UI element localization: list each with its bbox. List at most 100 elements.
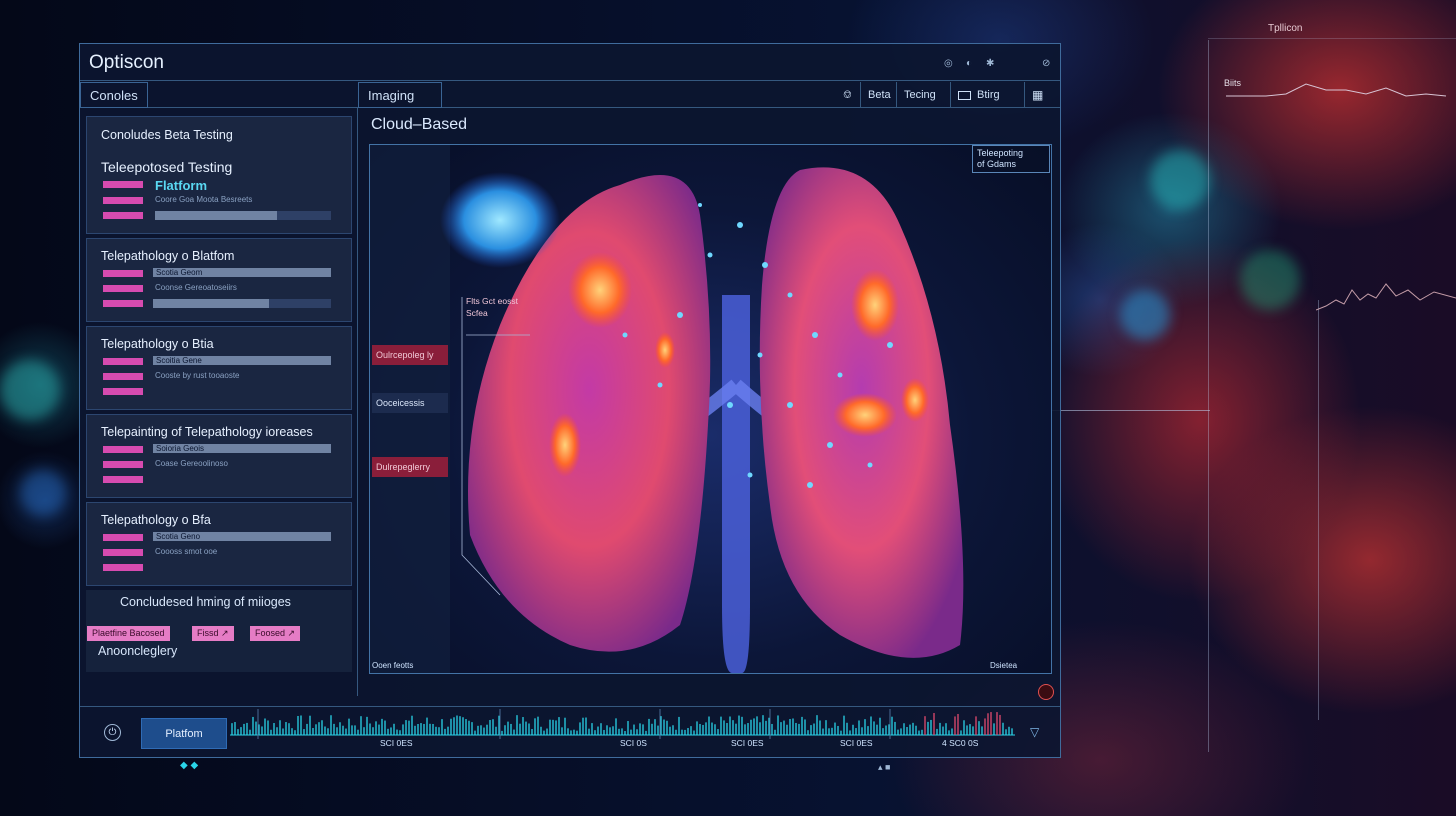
card-title: Telepainting of Telepathology ioreases [101,425,313,439]
card-caption: Coase Gereoolinoso [155,459,228,468]
card-caption: Coooss smot ooe [155,547,218,556]
record-icon[interactable] [1038,684,1054,700]
card-title: Telepathology o Blatfom [101,249,235,263]
panel-divider [357,108,358,696]
timeline-label: SCI 0ES [840,738,873,748]
left-footer-title: Concludesed hming of miioges [120,595,291,609]
bg-bokeh [0,360,60,420]
timeline-dropdown-arrow[interactable]: ▽ [1030,725,1039,739]
viewer-label-radiology[interactable]: Dulrepeglerry [372,457,448,477]
asterisk-icon[interactable]: ✱ [986,58,994,69]
tab-bar: Conoles Imaging ⎊ Beta Tecing Btirg ▦ [80,82,1060,108]
pink-indicator [103,300,143,307]
toolbar-settings[interactable]: Btirg [950,82,1020,108]
tab-imaging[interactable]: Imaging [358,82,442,108]
toolbar-settings-label: Btirg [977,89,1000,101]
lung-render [440,167,964,673]
bar-label: Scotia Geom [156,268,203,277]
pink-indicator [103,549,143,556]
overlay-line-2: of Gdams [977,159,1017,169]
card-caption: Coore Goa Moota Besreets [155,195,253,204]
image-viewer[interactable]: Oulrcepoleg ly Ooceicessis Dulrepeglerry… [369,144,1052,674]
pink-indicator [103,476,143,483]
bar-label: Scotia Geno [156,532,201,541]
card-title: Conoludes Beta Testing [101,128,233,142]
tag-fissd[interactable]: Fissd ↗ [192,626,234,641]
viewer-overlay-box: Teleepoting of Gdams [972,145,1050,173]
tab-consoles[interactable]: Conoles [80,82,148,108]
card-title: Telepathology o Btia [101,337,214,351]
bg-wave-right [1316,283,1456,311]
pink-indicator [103,358,143,365]
progress-track [277,211,331,220]
card-telepainting[interactable]: Telepainting of Telepathology ioreases S… [86,414,352,498]
pink-indicator [103,534,143,541]
bg-bokeh [1120,290,1170,340]
pink-indicator [103,285,143,292]
timeline-label: 4 SC0 0S [942,738,979,748]
bg-top-right-label: Tpllicon [1268,23,1303,34]
card-subtitle: Teleepotosed Testing [101,159,233,175]
section-title: Cloud–Based [371,116,468,133]
left-panel: Conoludes Beta Testing Teleepotosed Test… [86,116,352,672]
progress-track [269,299,331,308]
bg-bokeh [20,470,66,516]
viewer-annotation: Flts Gct eosst Scfea [466,295,518,319]
bg-grid-line [1208,38,1456,39]
viewer-label-processes[interactable]: Ooceicessis [372,393,448,413]
pink-indicator [103,197,143,204]
pink-indicator [103,446,143,453]
progress-bar [155,211,277,220]
card-highlight: Flatform [155,178,207,193]
annotation-line-1: Flts Gct eosst [466,296,518,306]
grid-icon[interactable]: ▦ [1024,82,1050,108]
progress-bar [153,299,269,308]
toolbar-beta[interactable]: Beta [860,82,898,108]
pink-indicator [103,181,143,188]
panel-icon [958,90,971,100]
platform-button[interactable]: Platfom [141,718,227,749]
bar-label: Soioria Geois [156,444,205,453]
bg-grid-line [1208,40,1209,752]
annotation-line-2: Scfea [466,308,488,318]
pink-indicator [103,373,143,380]
card-caption: Cooste by rust tooaoste [155,371,240,380]
bg-bokeh [1240,250,1300,310]
timeline-bar: ⏻ Platfom SCI 0ES SCI 0S SCI 0ES SCI 0ES… [80,706,1060,758]
pink-indicator [103,388,143,395]
tag-focused[interactable]: Foosed ↗ [250,626,301,641]
pink-indicator [103,212,143,219]
bell-icon[interactable]: ⎊ [836,82,859,108]
bg-grid-line [1318,300,1319,720]
timeline-label: SCI 0S [620,738,647,748]
viewer-bottom-left-label: Ooen feotts [372,661,414,670]
contrast-icon[interactable]: ◐ [966,58,972,69]
left-footer-subtitle: Anooncleglery [98,644,178,658]
viewer-bottom-right-label: Dsietea [990,661,1018,670]
title-bar: Optiscon ◎ ◐ ✱ ⊘ [80,44,1060,81]
bg-bokeh [1150,150,1210,210]
bg-marker: ▴ ■ [878,762,891,772]
card-telepathology-platform[interactable]: Telepathology o Blatfom Scotia Geom Coon… [86,238,352,322]
tag-platform-based[interactable]: Plaetfine Bacosed [87,626,170,641]
eye-icon[interactable]: ◎ [944,58,953,69]
bar-label: Scoitia Gene [156,356,202,365]
viewer-label-pathology[interactable]: Oulrcepoleg ly [372,345,448,365]
pink-indicator [103,270,143,277]
bg-sparkline [1226,83,1447,97]
bg-marker: ◆ ◆ [180,760,199,771]
card-telepathology-beta[interactable]: Telepathology o Btia Scoitia Gene Cooste… [86,326,352,410]
power-icon[interactable]: ⏻ [104,724,121,741]
minimize-icon[interactable]: ⊘ [1042,58,1050,69]
card-beta-testing[interactable]: Conoludes Beta Testing Teleepotosed Test… [86,116,352,234]
main-window: Optiscon ◎ ◐ ✱ ⊘ Conoles Imaging ⎊ Beta … [79,43,1061,758]
card-caption: Coonse Gereoatoseiirs [155,283,237,292]
timeline-waveform[interactable] [230,709,1020,739]
card-title: Telepathology o Bfa [101,513,211,527]
overlay-line-1: Teleepoting [977,148,1024,158]
timeline-label: SCI 0ES [731,738,764,748]
pink-indicator [103,564,143,571]
card-telepathology-bfa[interactable]: Telepathology o Bfa Scotia Geno Coooss s… [86,502,352,586]
toolbar-testing[interactable]: Tecing [896,82,943,108]
app-title: Optiscon [89,52,164,73]
